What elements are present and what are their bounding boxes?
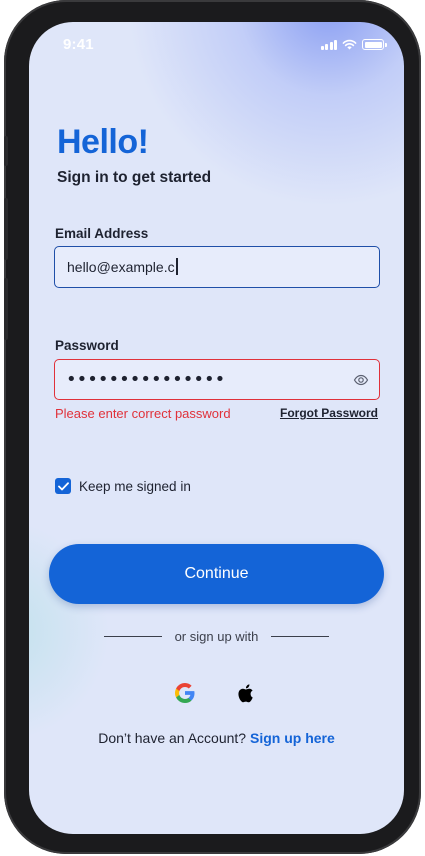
phone-frame: 9:41 Hello! Sign in to get started Email…: [4, 0, 421, 854]
signup-row: Don’t have an Account? Sign up here: [29, 730, 404, 746]
sign-in-screen: 9:41 Hello! Sign in to get started Email…: [29, 22, 404, 834]
status-icons: [320, 39, 387, 50]
status-bar: 9:41: [29, 22, 404, 66]
signup-link[interactable]: Sign up here: [250, 730, 335, 746]
page-subtitle: Sign in to get started: [57, 169, 212, 186]
password-error: Please enter correct password: [55, 406, 231, 421]
wifi-icon: [342, 39, 357, 50]
apple-icon[interactable]: [233, 680, 259, 706]
email-label: Email Address: [55, 226, 149, 241]
divider-text: or sign up with: [174, 629, 259, 644]
divider-right: [271, 636, 329, 637]
eye-icon[interactable]: [353, 372, 369, 388]
text-caret: [176, 258, 178, 275]
checkmark-icon: [57, 481, 69, 490]
volume-down-button: [4, 278, 8, 340]
page-title: Hello!: [57, 123, 149, 161]
password-field[interactable]: •••••••••••••••: [54, 359, 380, 400]
keep-signed-in-checkbox[interactable]: [55, 478, 71, 494]
email-value: hello@example.c: [67, 259, 175, 275]
continue-button[interactable]: Continue: [49, 544, 384, 604]
keep-signed-in-label: Keep me signed in: [79, 478, 191, 494]
email-field[interactable]: hello@example.c: [54, 246, 380, 288]
status-time: 9:41: [63, 36, 94, 53]
battery-icon: [362, 39, 387, 50]
forgot-password-link[interactable]: Forgot Password: [280, 406, 378, 420]
google-icon[interactable]: [172, 680, 198, 706]
signal-icon: [320, 39, 337, 50]
volume-up-button: [4, 198, 8, 260]
signup-prompt: Don’t have an Account?: [98, 730, 247, 746]
mute-switch: [4, 136, 8, 166]
password-value: •••••••••••••••: [66, 369, 226, 390]
keep-signed-in-row[interactable]: Keep me signed in: [55, 478, 191, 494]
password-label: Password: [55, 338, 119, 353]
